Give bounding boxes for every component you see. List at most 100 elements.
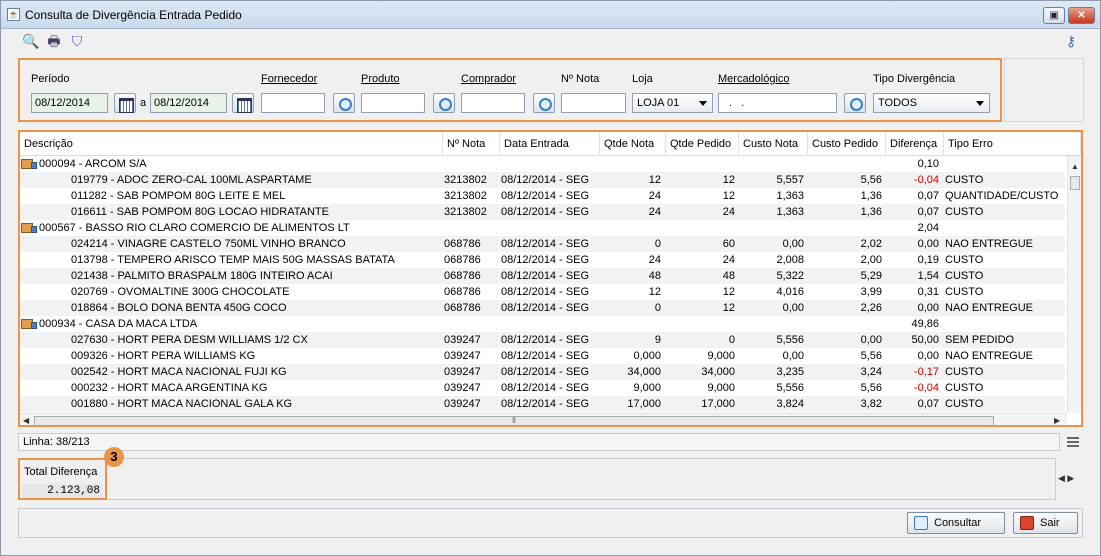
- menu-icon[interactable]: [1067, 437, 1079, 447]
- table-row[interactable]: 016611 - SAB POMPOM 80G LOCAO HIDRATANTE…: [20, 204, 1065, 220]
- tipo-divergencia-select[interactable]: TODOS: [873, 93, 990, 113]
- table-row[interactable]: 000232 - HORT MACA ARGENTINA KG 039247 08/…: [20, 380, 1065, 396]
- comprador-label[interactable]: Comprador: [461, 73, 516, 85]
- comprador-input[interactable]: [461, 93, 525, 113]
- cell-tipo: QUANTIDADE/CUSTO: [945, 190, 1059, 202]
- cell-qp: [667, 316, 735, 332]
- table-row[interactable]: 009326 - HORT PERA WILLIAMS KG 039247 08/1…: [20, 348, 1065, 364]
- cell-cp: 3,82: [860, 398, 882, 410]
- total-diferenca-value: 2.123,08: [22, 484, 103, 498]
- fornecedor-label[interactable]: Fornecedor: [261, 73, 317, 85]
- cell-nota: [444, 220, 494, 236]
- search-icon: [914, 516, 928, 530]
- scroll-up-arrow[interactable]: ▲: [1071, 162, 1079, 171]
- calendar-icon[interactable]: [114, 93, 136, 113]
- column-header-data-entrada[interactable]: Data Entrada: [500, 132, 600, 156]
- cell-cn: 4,016: [776, 286, 804, 298]
- cell-qp: 0: [728, 334, 735, 346]
- table-row[interactable]: 018864 - BOLO DONA BENTA 450G COCO 068786…: [20, 300, 1065, 316]
- consultar-button[interactable]: Consultar: [907, 512, 1005, 534]
- cell-data: [501, 156, 600, 172]
- column-header-descricao[interactable]: Descrição: [20, 132, 443, 156]
- calendar-icon[interactable]: [232, 93, 254, 113]
- totals-panel: [18, 458, 1056, 500]
- column-header-diferenca[interactable]: Diferença: [886, 132, 944, 156]
- scroll-thumb[interactable]: [1070, 176, 1080, 190]
- row-counter: Linha: 38/213: [18, 433, 1060, 451]
- produto-label[interactable]: Produto: [361, 73, 400, 85]
- table-row[interactable]: 020769 - OVOMALTINE 300G CHOCOLATE 068786…: [20, 284, 1065, 300]
- nota-input[interactable]: [561, 93, 626, 113]
- scroll-left-arrow[interactable]: ◀: [23, 416, 29, 425]
- group-row[interactable]: 000567 - BASSO RIO CLARO COMERCIO DE ALI…: [20, 220, 1065, 236]
- cell-cp: 1,36: [860, 206, 882, 218]
- cell-cn: 5,557: [776, 174, 804, 186]
- cell-descricao: 024214 - VINAGRE CASTELO 750ML VINHO BRA…: [71, 238, 346, 250]
- scroll-thumb[interactable]: ⦀: [34, 416, 994, 425]
- cell-qp: 60: [722, 238, 735, 250]
- date-to-input[interactable]: [150, 93, 227, 113]
- key-icon[interactable]: ⚷: [1062, 32, 1080, 50]
- restore-button[interactable]: ▣: [1043, 7, 1065, 24]
- table-row[interactable]: 001880 - HORT MACA NACIONAL GALA KG 03924…: [20, 396, 1065, 412]
- cell-qp: 17,000: [701, 398, 735, 410]
- group-row[interactable]: 000094 - ARCOM S/A 0,10: [20, 156, 1065, 172]
- cell-descricao: 019779 - ADOC ZERO-CAL 100ML ASPARTAME: [71, 174, 312, 186]
- table-row[interactable]: 024214 - VINAGRE CASTELO 750ML VINHO BRA…: [20, 236, 1065, 252]
- cell-descricao: 000232 - HORT MACA ARGENTINA KG: [71, 382, 268, 394]
- close-button[interactable]: ✕: [1068, 7, 1095, 24]
- produto-input[interactable]: [361, 93, 425, 113]
- cell-qn: 0: [654, 302, 661, 314]
- cell-nota: 3213802: [444, 190, 487, 202]
- table-row[interactable]: 027630 - HORT PERA DESM WILLIAMS 1/2 CX 0…: [20, 332, 1065, 348]
- search-icon[interactable]: 🔍: [22, 32, 40, 50]
- mercadologico-search-button[interactable]: [844, 93, 866, 113]
- cell-dif: -0,04: [913, 382, 939, 394]
- filter-icon[interactable]: ⛉: [68, 32, 86, 50]
- mercadologico-input[interactable]: [718, 93, 837, 113]
- loja-label: Loja: [632, 73, 653, 85]
- comprador-search-button[interactable]: [533, 93, 555, 113]
- fornecedor-search-button[interactable]: [333, 93, 355, 113]
- table-row[interactable]: 011282 - SAB POMPOM 80G LEITE E MEL 32138…: [20, 188, 1065, 204]
- fornecedor-input[interactable]: [261, 93, 325, 113]
- cell-cp: 5,56: [860, 382, 882, 394]
- side-panel: [1004, 58, 1084, 122]
- grid-header: Descrição Nº Nota Data Entrada Qtde Nota…: [20, 132, 1081, 156]
- scroll-right-arrow[interactable]: ▶: [1054, 416, 1060, 425]
- sair-button[interactable]: Sair: [1013, 512, 1078, 534]
- column-header-qtde-pedido[interactable]: Qtde Pedido: [666, 132, 739, 156]
- periodo-label: Período: [31, 73, 70, 85]
- horizontal-scrollbar[interactable]: ◀ ⦀ ▶: [20, 413, 1067, 425]
- total-diferenca-box: Total Diferença 2.123,08: [18, 458, 107, 500]
- scroll-arrows[interactable]: ◀ ▶: [1058, 473, 1074, 484]
- column-header-nota[interactable]: Nº Nota: [443, 132, 500, 156]
- grid-body: 000094 - ARCOM S/A 0,10 019779 - ADOC ZERO…: [20, 156, 1065, 413]
- cell-tipo: CUSTO: [945, 206, 984, 218]
- cell-tipo: NAO ENTREGUE: [945, 302, 1034, 314]
- column-header-custo-pedido[interactable]: Custo Pedido: [808, 132, 886, 156]
- produto-search-button[interactable]: [433, 93, 455, 113]
- vertical-scrollbar[interactable]: ▲: [1067, 156, 1081, 413]
- column-header-qtde-nota[interactable]: Qtde Nota: [600, 132, 666, 156]
- cell-data: [501, 316, 600, 332]
- table-row[interactable]: 019779 - ADOC ZERO-CAL 100ML ASPARTAME 32…: [20, 172, 1065, 188]
- column-header-tipo-erro[interactable]: Tipo Erro: [944, 132, 1081, 156]
- tipo-divergencia-label: Tipo Divergência: [873, 73, 956, 85]
- cell-qp: 9,000: [707, 382, 735, 394]
- mercadologico-label[interactable]: Mercadológico: [718, 73, 790, 85]
- table-row[interactable]: 002542 - HORT MACA NACIONAL FUJI KG 03924…: [20, 364, 1065, 380]
- print-icon[interactable]: 🖶: [45, 32, 63, 50]
- cell-data: 08/12/2014 - SEG: [501, 190, 590, 202]
- cell-qn: 12: [648, 174, 661, 186]
- cell-data: 08/12/2014 - SEG: [501, 174, 590, 186]
- date-from-input[interactable]: [31, 93, 108, 113]
- sair-label: Sair: [1040, 517, 1060, 529]
- table-row[interactable]: 013798 - TEMPERO ARISCO TEMP MAIS 50G MA…: [20, 252, 1065, 268]
- group-row[interactable]: 000934 - CASA DA MACA LTDA 49,86: [20, 316, 1065, 332]
- total-diferenca-label: Total Diferença: [24, 466, 98, 478]
- loja-select[interactable]: LOJA 01: [632, 93, 713, 113]
- column-header-custo-nota[interactable]: Custo Nota: [739, 132, 808, 156]
- cell-cn: 3,824: [776, 398, 804, 410]
- table-row[interactable]: 021438 - PALMITO BRASPALM 180G INTEIRO A…: [20, 268, 1065, 284]
